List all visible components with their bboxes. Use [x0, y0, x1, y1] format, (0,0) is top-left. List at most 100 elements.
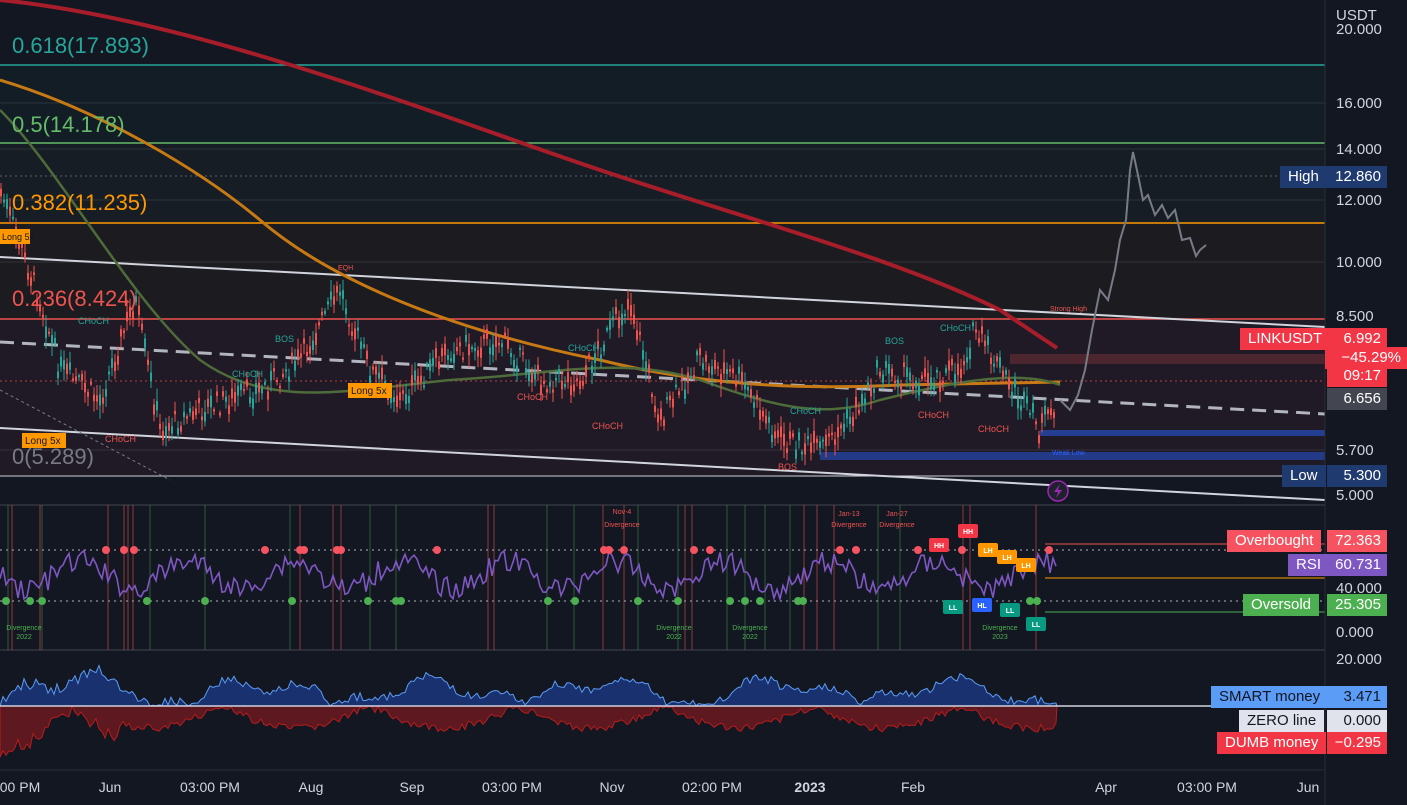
choch-label: CHoCH: [592, 421, 623, 431]
overbought-dot: [120, 546, 128, 554]
candle-body: [966, 357, 968, 363]
candle-body: [1026, 396, 1028, 404]
candle-body: [1005, 370, 1007, 375]
lightning-icon[interactable]: [1047, 480, 1069, 502]
divergence-label: Divergence: [879, 522, 915, 529]
candle-body: [204, 411, 206, 422]
candle-body: [63, 360, 65, 370]
candle-body: [201, 416, 203, 421]
candle-body: [108, 371, 110, 375]
candle-body: [510, 352, 512, 358]
candle-body: [561, 380, 563, 390]
current-price-tag: 6.656: [1327, 388, 1387, 410]
fib-236-label: 0.236(8.424): [12, 286, 137, 311]
divergence-year: 2023: [992, 634, 1008, 641]
candle-body: [771, 434, 773, 443]
oversold-dot: [799, 597, 807, 605]
candle-body: [762, 410, 764, 417]
candle-body: [720, 374, 722, 385]
candle-body: [375, 366, 377, 375]
candle-body: [267, 391, 269, 400]
candle-body: [24, 252, 26, 258]
candle-body: [735, 380, 737, 387]
dumb-money-label: DUMB money: [1217, 732, 1327, 754]
candle-body: [96, 395, 98, 402]
candle-body: [777, 430, 779, 438]
candle-body: [786, 448, 788, 454]
candle-body: [666, 397, 668, 400]
candle-body: [1038, 435, 1040, 444]
symbol-name[interactable]: LINKUSDT: [1240, 328, 1331, 350]
time-tick: 02:00 PM: [682, 779, 742, 795]
candle-body: [534, 372, 536, 380]
candle-body: [0, 188, 2, 197]
candle-body: [519, 347, 521, 350]
candle-body: [516, 365, 518, 372]
candle-body: [675, 384, 677, 388]
low-value: 5.300: [1327, 465, 1387, 487]
candle-body: [228, 405, 230, 415]
smart-money-value: 3.471: [1327, 686, 1387, 708]
candle-body: [270, 370, 272, 381]
candle-body: [783, 433, 785, 446]
rsi-value: 60.731: [1327, 554, 1387, 576]
dumb-money-value: −0.295: [1327, 732, 1387, 754]
candle-body: [9, 206, 11, 216]
candle-body: [465, 334, 467, 342]
candle-body: [195, 408, 197, 415]
candle-body: [42, 314, 44, 318]
candle-body: [183, 411, 185, 418]
candle-body: [936, 370, 938, 373]
candle-body: [111, 358, 113, 368]
candle-body: [552, 389, 554, 393]
candle-body: [1017, 398, 1019, 409]
candle-body: [396, 395, 398, 407]
candle-body: [849, 416, 851, 425]
candle-body: [210, 395, 212, 408]
candle-body: [873, 388, 875, 393]
candle-body: [51, 335, 53, 344]
candle-body: [909, 372, 911, 381]
candle-body: [243, 389, 245, 392]
candle-body: [399, 392, 401, 401]
candle-body: [432, 357, 434, 367]
candle-body: [354, 328, 356, 340]
time-tick: Jun: [99, 779, 122, 795]
candle-body: [624, 313, 626, 317]
overbought-dot: [836, 546, 844, 554]
choch-label: CHoCH: [78, 316, 109, 326]
candle-body: [813, 430, 815, 443]
candle-body: [258, 382, 260, 393]
candle-body: [927, 373, 929, 385]
candle-body: [324, 310, 326, 314]
candle-body: [171, 426, 173, 434]
candle-body: [78, 375, 80, 378]
candle-body: [645, 361, 647, 369]
candle-body: [648, 364, 650, 373]
oversold-value: 25.305: [1327, 594, 1387, 616]
chart-canvas[interactable]: CHoCH CHoCH BOS CHoCH CHoCH BOS CHoCH CH…: [0, 0, 1407, 805]
candle-body: [744, 383, 746, 390]
candle-body: [570, 385, 572, 396]
candle-body: [483, 334, 485, 339]
fib-0-label: 0(5.289): [12, 444, 94, 469]
divergence-year: 2022: [666, 634, 682, 641]
candle-body: [342, 290, 344, 299]
candle-body: [525, 367, 527, 374]
ll-marker: LL: [1000, 603, 1020, 617]
candle-body: [603, 344, 605, 352]
candle-body: [885, 360, 887, 368]
candle-body: [981, 326, 983, 334]
candle-body: [480, 347, 482, 358]
candle-body: [894, 380, 896, 384]
candle-body: [1050, 408, 1052, 416]
overbought-dot: [102, 546, 110, 554]
candle-body: [801, 451, 803, 455]
candle-body: [336, 285, 338, 293]
candle-body: [819, 441, 821, 448]
candle-body: [345, 308, 347, 315]
candle-body: [249, 397, 251, 404]
time-tick: Feb: [901, 779, 925, 795]
divergence-label: Divergence: [982, 625, 1018, 632]
candle-body: [276, 379, 278, 382]
